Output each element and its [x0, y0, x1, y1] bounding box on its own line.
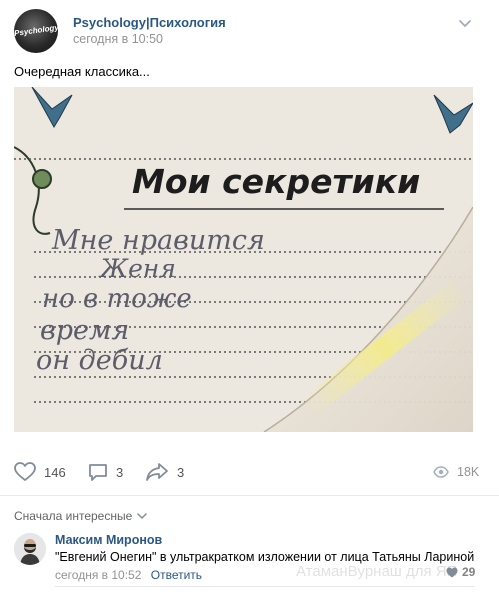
handwriting-line-5: он дебил	[36, 345, 163, 376]
post-photo[interactable]: Мне нравится Женя но в тоже время он деб…	[14, 87, 473, 432]
notebook-page-image: Мне нравится Женя но в тоже время он деб…	[14, 87, 473, 432]
like-count: 146	[44, 464, 66, 480]
handwriting-line-3: но в тоже	[42, 284, 192, 314]
watermark: АтаманВурнаш для ЯП	[296, 563, 458, 580]
comments-sort-dropdown[interactable]: Сначала интересные	[14, 509, 148, 523]
post-actions-bar: 146 3 3 18K	[0, 452, 499, 492]
post-header: Psychology Psychology|Психология сегодня…	[0, 0, 499, 56]
handwriting-line-2: Женя	[98, 254, 176, 283]
notebook-heading: Мои секретики	[132, 162, 420, 201]
post-text: Очередная классика...	[14, 64, 150, 79]
share-icon	[146, 463, 168, 481]
commenter-avatar[interactable]	[14, 533, 46, 565]
heart-icon	[14, 462, 36, 481]
group-name-link[interactable]: Psychology|Психология	[73, 15, 226, 30]
comment-author-link[interactable]: Максим Миронов	[55, 533, 162, 547]
views-indicator: 18K	[433, 462, 479, 482]
handwriting-line-4: время	[40, 315, 129, 346]
eye-icon	[433, 466, 449, 478]
avatar-logo-text: Psychology	[14, 22, 58, 39]
group-avatar[interactable]: Psychology	[14, 9, 58, 53]
comment-count: 3	[116, 464, 124, 480]
reply-button[interactable]: Ответить	[151, 568, 202, 582]
comment-button[interactable]: 3	[88, 462, 123, 482]
chevron-down-icon	[137, 513, 148, 520]
comment-divider	[55, 586, 475, 587]
comments-sort-label: Сначала интересные	[14, 509, 133, 523]
comment-timestamp[interactable]: сегодня в 10:52	[55, 568, 141, 582]
comment-like-button[interactable]: 29	[446, 565, 475, 579]
comment-meta: сегодня в 10:52 Ответить	[55, 568, 202, 582]
heart-icon	[446, 567, 458, 577]
comment-text: "Евгений Онегин" в ультракратком изложен…	[55, 550, 475, 564]
share-button[interactable]: 3	[145, 462, 184, 482]
share-count: 3	[177, 464, 185, 480]
views-count: 18K	[457, 465, 480, 479]
chevron-down-icon[interactable]	[456, 14, 474, 32]
post-timestamp[interactable]: сегодня в 10:50	[73, 32, 163, 46]
handwriting-line-1: Мне нравится	[51, 225, 265, 256]
like-button[interactable]: 146	[14, 462, 66, 482]
comment-icon	[89, 464, 107, 481]
bearded-man-avatar-image	[14, 533, 46, 565]
comment-like-count: 29	[462, 565, 476, 579]
section-divider	[0, 495, 499, 496]
